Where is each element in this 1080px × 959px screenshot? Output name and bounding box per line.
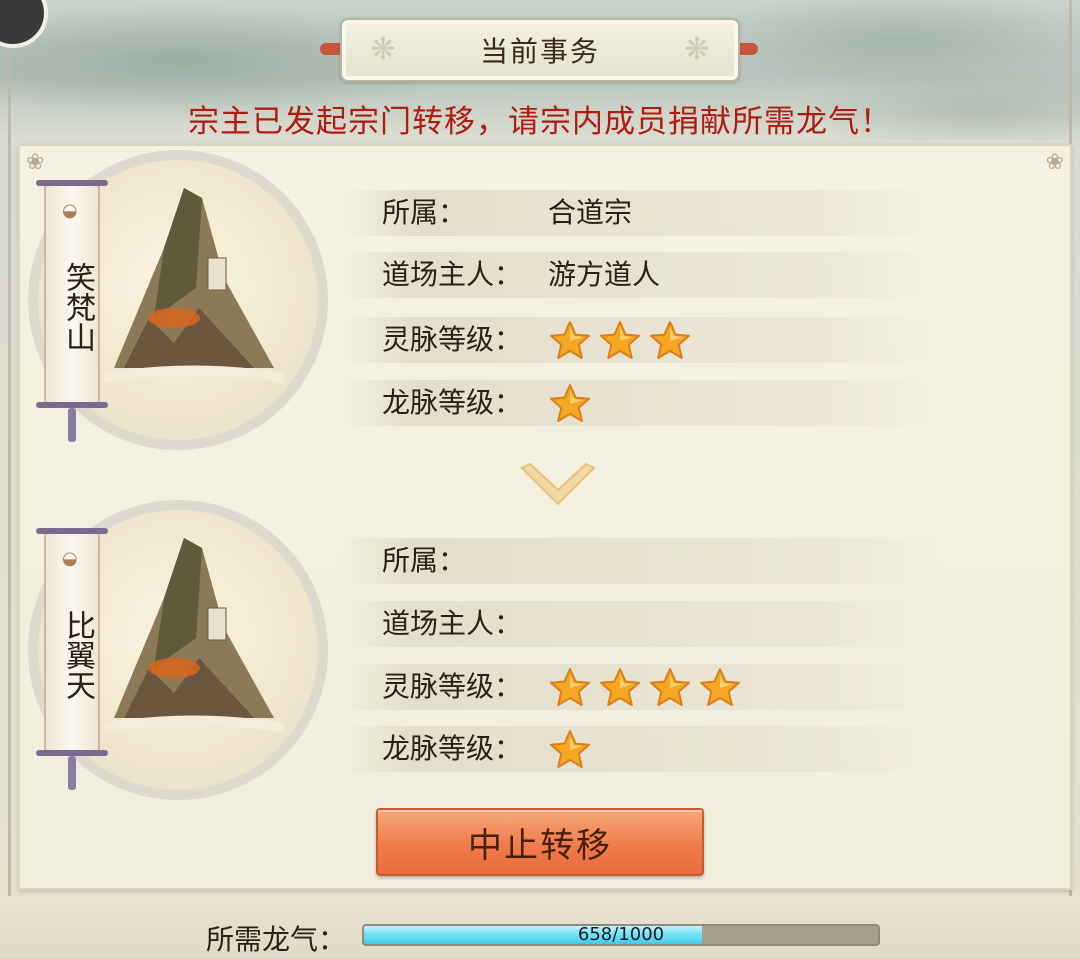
star-icon (648, 666, 692, 710)
affiliation-label: 所属： (382, 196, 467, 229)
stop-transfer-button[interactable]: 中止转移 (376, 808, 704, 876)
cloud-ornament-icon: ❋ (684, 32, 710, 67)
tassel-icon (68, 756, 76, 790)
dragon-vein-label: 龙脉等级： (382, 732, 523, 765)
transfer-notice: 宗主已发起宗门转移，请宗内成员捐献所需龙气！ (188, 104, 892, 140)
owner-label: 道场主人： (382, 258, 523, 291)
star-icon (548, 666, 592, 710)
mountain-icon (104, 538, 284, 733)
current-location-name: 笑梵山 (60, 262, 95, 352)
chevron-down-icon (520, 462, 596, 506)
star-icon (548, 319, 592, 363)
mountain-icon (104, 188, 284, 383)
current-affiliation-row: 所属： 合道宗 (340, 190, 940, 236)
required-dragon-qi-label: 所需龙气： (206, 923, 347, 956)
target-owner-row: 道场主人： (340, 601, 940, 647)
target-affiliation-row: 所属： (340, 538, 940, 584)
star-icon (548, 728, 592, 772)
target-dragon-vein-row: 龙脉等级： (340, 726, 940, 772)
corner-ornament-icon: ❀ (26, 150, 45, 175)
spirit-vein-stars (548, 319, 692, 363)
tassel-icon (68, 408, 76, 442)
current-location-banner: ◒ 笑梵山 (36, 180, 108, 442)
scroll-rod (36, 180, 108, 186)
cloud-ornament-icon: ❋ (370, 32, 396, 67)
target-location-name: 比翼天 (60, 610, 95, 700)
star-icon (598, 666, 642, 710)
current-dragon-vein-row: 龙脉等级： (340, 380, 940, 426)
dragon-vein-stars (548, 382, 592, 426)
target-spirit-vein-row: 灵脉等级： (340, 664, 940, 710)
scroll-rod (36, 528, 108, 534)
star-icon (598, 319, 642, 363)
fan-icon: ◒ (62, 200, 78, 221)
owner-value: 游方道人 (548, 258, 661, 291)
spirit-vein-stars (548, 666, 742, 710)
star-icon (548, 382, 592, 426)
star-icon (648, 319, 692, 363)
owner-label: 道场主人： (382, 607, 523, 640)
fan-icon: ◒ (62, 548, 78, 569)
star-icon (698, 666, 742, 710)
dragon-qi-progress-bar: 658/1000 (362, 924, 880, 946)
spirit-vein-label: 灵脉等级： (382, 323, 523, 356)
current-spirit-vein-row: 灵脉等级： (340, 317, 940, 363)
corner-ornament-icon: ❀ (1045, 150, 1064, 175)
page-title: 当前事务 (479, 35, 600, 68)
spirit-vein-label: 灵脉等级： (382, 670, 523, 703)
affiliation-label: 所属： (382, 544, 467, 577)
dragon-vein-stars (548, 728, 592, 772)
target-location-banner: ◒ 比翼天 (36, 528, 108, 790)
dragon-qi-progress-text: 658/1000 (577, 924, 665, 945)
affiliation-value: 合道宗 (548, 196, 633, 229)
dragon-vein-label: 龙脉等级： (382, 386, 523, 419)
title-plaque: ❋ 当前事务 ❋ (340, 18, 740, 82)
current-owner-row: 道场主人： 游方道人 (340, 252, 940, 298)
